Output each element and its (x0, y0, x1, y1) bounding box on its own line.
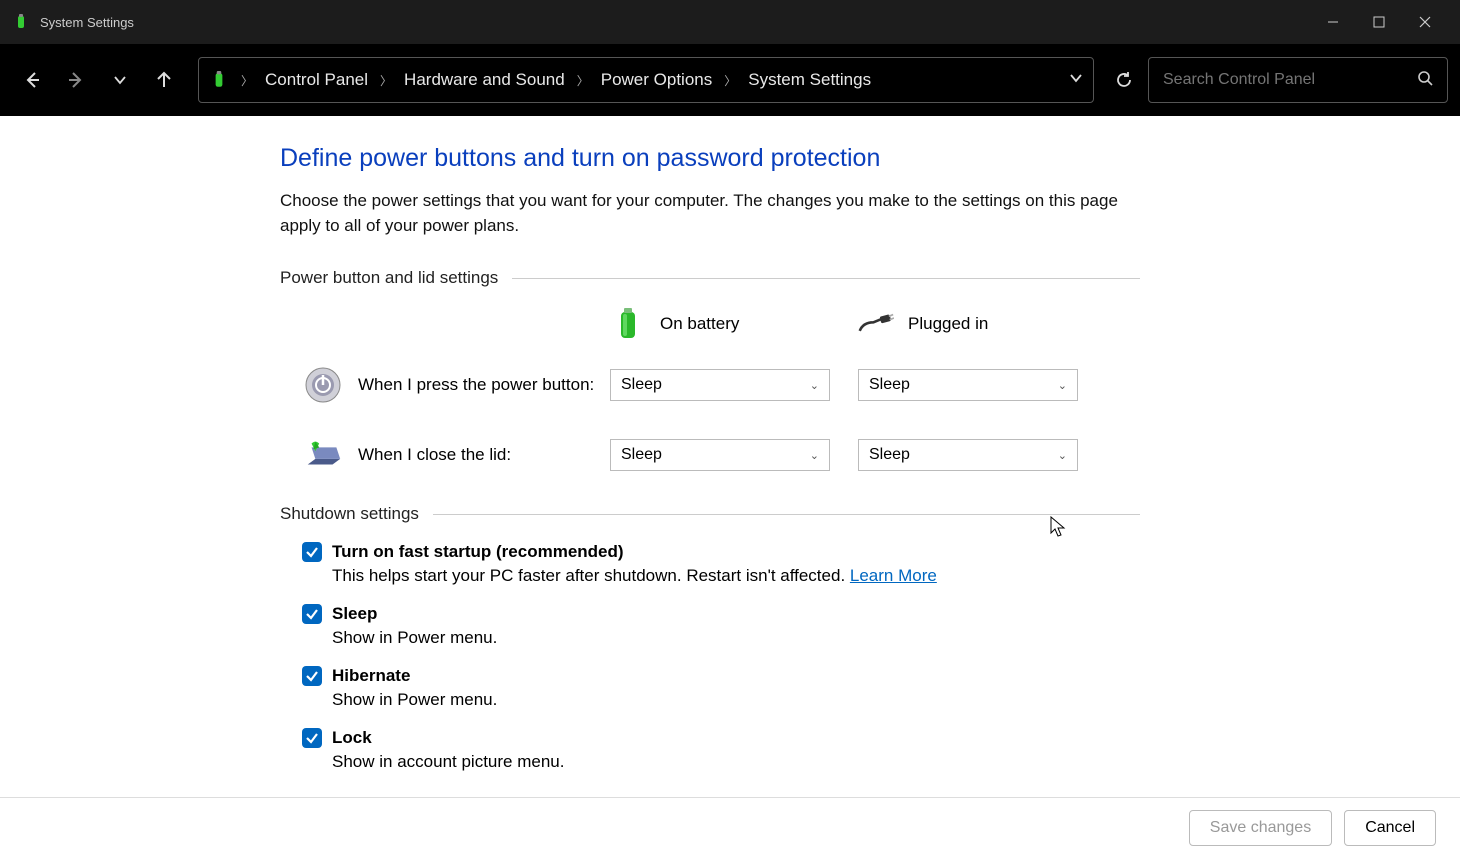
plug-icon (858, 306, 894, 342)
app-icon (12, 13, 30, 31)
window-title: System Settings (40, 15, 134, 30)
checkbox-lock[interactable] (302, 728, 322, 748)
dropdown-lid-plugged[interactable]: Sleep⌄ (858, 439, 1078, 471)
checkbox-sleep[interactable] (302, 604, 322, 624)
navbar: 〉 Control Panel 〉 Hardware and Sound 〉 P… (0, 44, 1460, 116)
maximize-button[interactable] (1356, 6, 1402, 38)
search-icon (1417, 70, 1433, 91)
option-fast-startup: Turn on fast startup (recommended) This … (302, 542, 1140, 586)
search-input[interactable] (1163, 71, 1417, 89)
section-header-shutdown: Shutdown settings (280, 504, 1140, 524)
close-button[interactable] (1402, 6, 1448, 38)
option-sleep: Sleep Show in Power menu. (302, 604, 1140, 648)
chevron-down-icon: ⌄ (1058, 449, 1067, 462)
chevron-down-icon: ⌄ (810, 449, 819, 462)
cancel-button[interactable]: Cancel (1344, 810, 1436, 846)
option-label: Lock (332, 728, 372, 748)
option-desc: Show in Power menu. (332, 690, 1140, 710)
chevron-down-icon: ⌄ (810, 379, 819, 392)
checkbox-hibernate[interactable] (302, 666, 322, 686)
save-button[interactable]: Save changes (1189, 810, 1332, 846)
dropdown-lid-battery[interactable]: Sleep⌄ (610, 439, 830, 471)
recent-dropdown[interactable] (100, 60, 140, 100)
dropdown-power-plugged[interactable]: Sleep⌄ (858, 369, 1078, 401)
forward-button[interactable] (56, 60, 96, 100)
chevron-down-icon: ⌄ (1058, 379, 1067, 392)
page-description: Choose the power settings that you want … (280, 189, 1120, 238)
row-label: When I close the lid: (358, 445, 610, 465)
breadcrumb-item[interactable]: Control Panel (259, 66, 374, 94)
option-label: Hibernate (332, 666, 410, 686)
dropdown-power-battery[interactable]: Sleep⌄ (610, 369, 830, 401)
column-plugged-in: Plugged in (858, 306, 1078, 342)
option-desc: Show in Power menu. (332, 628, 1140, 648)
learn-more-link[interactable]: Learn More (850, 566, 937, 585)
section-header-power-button: Power button and lid settings (280, 268, 1140, 288)
battery-icon (610, 306, 646, 342)
up-button[interactable] (144, 60, 184, 100)
page-title: Define power buttons and turn on passwor… (280, 144, 1140, 173)
option-desc: Show in account picture menu. (332, 752, 1140, 772)
breadcrumb-item[interactable]: System Settings (742, 66, 877, 94)
content-area[interactable]: Define power buttons and turn on passwor… (0, 116, 1460, 797)
row-close-lid: When I close the lid: Sleep⌄ Sleep⌄ (280, 434, 1140, 476)
footer: Save changes Cancel (0, 797, 1460, 857)
breadcrumb-item[interactable]: Hardware and Sound (398, 66, 571, 94)
location-icon (209, 71, 229, 89)
laptop-lid-icon (302, 434, 344, 476)
titlebar: System Settings (0, 0, 1460, 44)
breadcrumb-item[interactable]: Power Options (595, 66, 719, 94)
option-label: Sleep (332, 604, 377, 624)
checkbox-fast-startup[interactable] (302, 542, 322, 562)
address-dropdown[interactable] (1069, 71, 1083, 90)
option-label: Turn on fast startup (recommended) (332, 542, 624, 562)
chevron-right-icon[interactable]: 〉 (239, 72, 255, 89)
option-desc: This helps start your PC faster after sh… (332, 566, 1140, 586)
search-box[interactable] (1148, 57, 1448, 103)
row-power-button: When I press the power button: Sleep⌄ Sl… (280, 364, 1140, 406)
option-hibernate: Hibernate Show in Power menu. (302, 666, 1140, 710)
row-label: When I press the power button: (358, 375, 610, 395)
minimize-button[interactable] (1310, 6, 1356, 38)
refresh-button[interactable] (1104, 60, 1144, 100)
chevron-right-icon[interactable]: 〉 (378, 72, 394, 89)
back-button[interactable] (12, 60, 52, 100)
chevron-right-icon[interactable]: 〉 (575, 72, 591, 89)
power-icon (302, 364, 344, 406)
column-on-battery: On battery (610, 306, 830, 342)
chevron-right-icon[interactable]: 〉 (722, 72, 738, 89)
address-bar[interactable]: 〉 Control Panel 〉 Hardware and Sound 〉 P… (198, 57, 1094, 103)
option-lock: Lock Show in account picture menu. (302, 728, 1140, 772)
